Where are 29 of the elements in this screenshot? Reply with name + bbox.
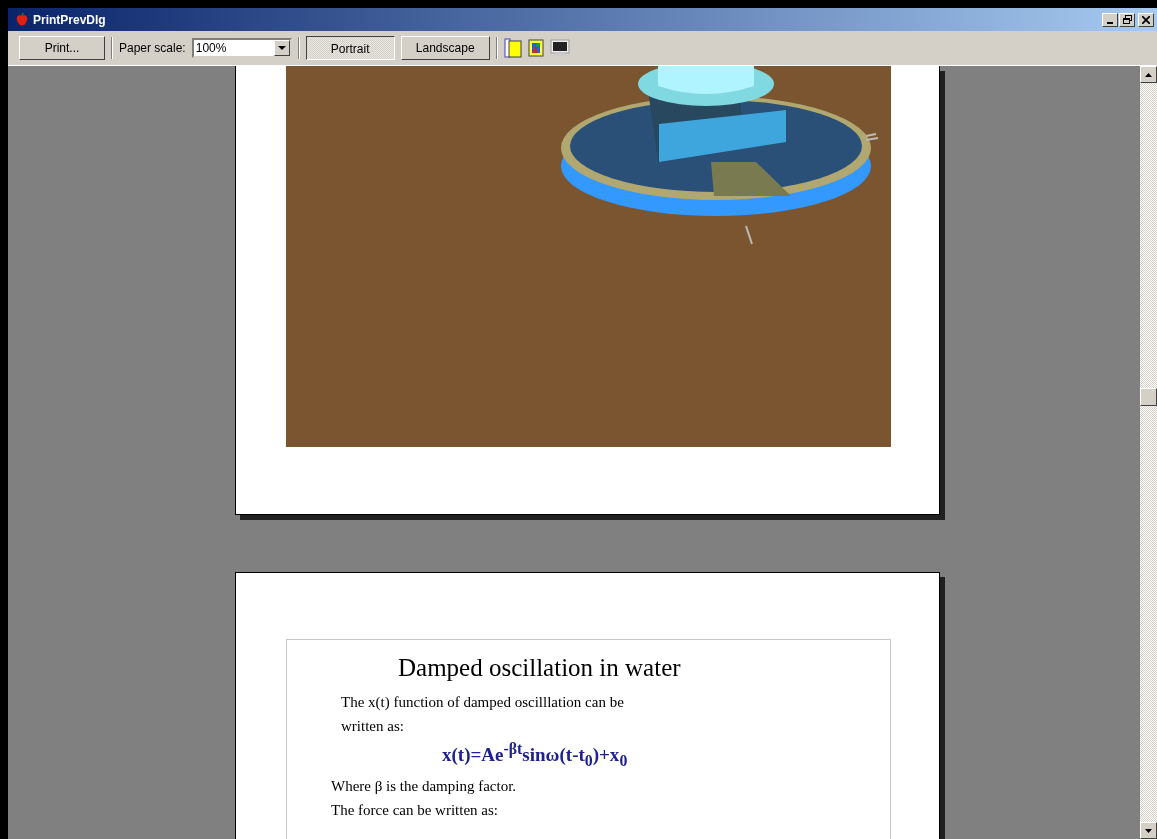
dropdown-button[interactable] (273, 40, 290, 56)
minimize-icon (1107, 21, 1113, 24)
paragraph-text: The force can be written as: (331, 801, 499, 821)
close-icon (1142, 15, 1150, 24)
portrait-button[interactable]: Portrait (305, 36, 395, 60)
document-title: Damped oscillation in water (397, 654, 682, 682)
restore-button[interactable] (1119, 12, 1135, 27)
apple-icon (16, 13, 28, 26)
page-icon[interactable] (503, 38, 522, 58)
monitor-icon[interactable] (549, 39, 570, 57)
dropdown-arrow-icon (277, 45, 286, 51)
paragraph-text: The x(t) function of damped oscilllation can be written as: (340, 693, 625, 736)
minimize-button[interactable] (1102, 12, 1118, 27)
paragraph-text: Where β is the damping factor. (331, 777, 518, 797)
print-button[interactable]: Print... (19, 36, 105, 60)
vertical-scrollbar[interactable] (1140, 66, 1157, 839)
scrollbar-thumb[interactable] (1140, 388, 1157, 406)
paper-scale-dropdown[interactable]: 100% (191, 38, 292, 58)
close-button[interactable] (1138, 12, 1154, 27)
formula-text: x(t)=Ae$^{-βt}$sinω(t-t$_{0}$)+x$_{0}$ (441, 740, 629, 771)
scroll-down-button[interactable] (1140, 822, 1157, 839)
window-title: PrintPrevDlg (33, 12, 106, 27)
down-arrow-icon (1145, 828, 1152, 833)
picture-icon[interactable] (527, 39, 544, 57)
paper-scale-label: Paper scale: (119, 41, 186, 55)
up-arrow-icon (1145, 72, 1152, 77)
restore-icon (1122, 15, 1132, 24)
landscape-button[interactable]: Landscape (400, 36, 490, 60)
scroll-up-button[interactable] (1140, 66, 1157, 83)
